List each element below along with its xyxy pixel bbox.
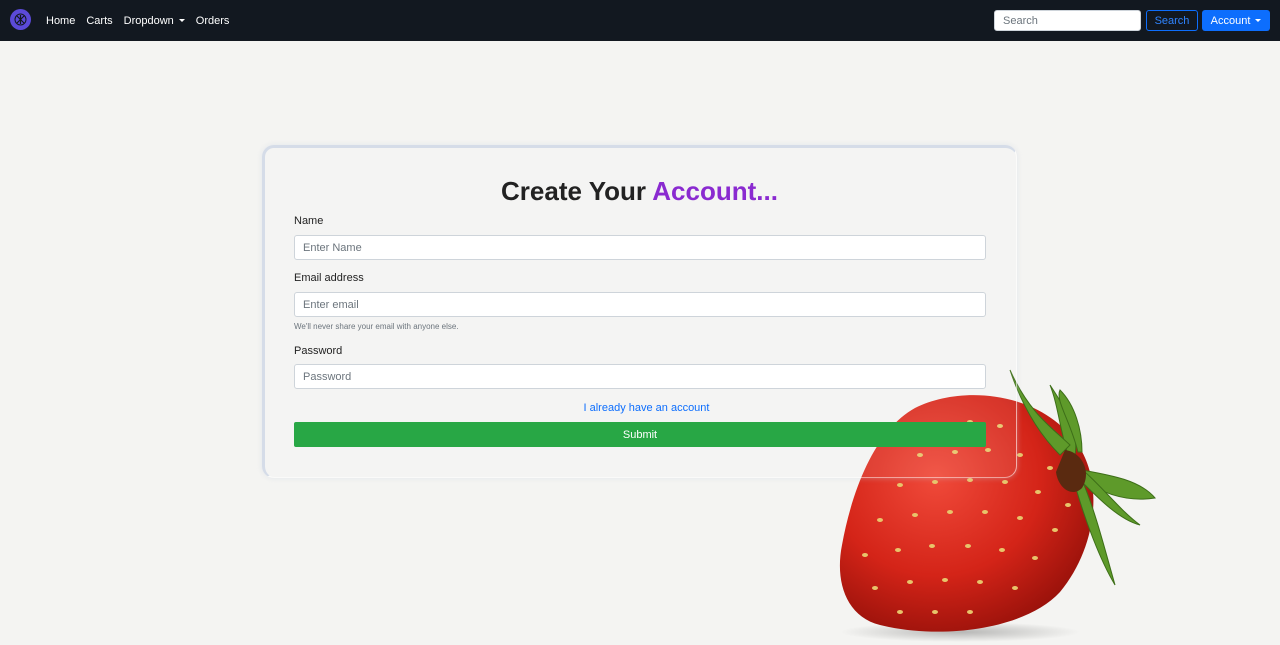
email-help-text: We'll never share your email with anyone… <box>294 322 459 331</box>
email-field[interactable] <box>294 292 986 317</box>
nav-links: Home Carts Dropdown Orders <box>46 0 240 41</box>
nav-link-carts[interactable]: Carts <box>86 15 112 27</box>
submit-button[interactable]: Submit <box>294 422 986 447</box>
nav-link-home[interactable]: Home <box>46 15 75 27</box>
nav-link-orders[interactable]: Orders <box>196 15 230 27</box>
nav-dropdown-toggle[interactable]: Dropdown <box>124 15 185 27</box>
search-button[interactable]: Search <box>1146 10 1198 31</box>
title-main: Create Your <box>501 176 653 206</box>
login-link[interactable]: I already have an account <box>294 402 999 414</box>
account-dropdown-button[interactable]: Account <box>1202 10 1270 31</box>
name-field[interactable] <box>294 235 986 260</box>
email-label: Email address <box>294 272 364 284</box>
account-button-label: Account <box>1210 14 1251 27</box>
password-label: Password <box>294 345 343 357</box>
name-label: Name <box>294 215 324 227</box>
logo-glyph-icon <box>14 13 27 26</box>
nav-dropdown-label: Dropdown <box>123 14 174 27</box>
title-accent: Account... <box>652 176 778 206</box>
brand-logo-icon[interactable] <box>10 9 31 30</box>
password-field[interactable] <box>294 364 986 389</box>
caret-down-icon <box>178 19 185 22</box>
caret-down-icon <box>1255 19 1262 22</box>
page-title: Create Your Account... <box>262 176 1017 207</box>
top-navbar: Home Carts Dropdown Orders Search Accoun… <box>0 0 1280 41</box>
search-input[interactable] <box>994 10 1141 31</box>
